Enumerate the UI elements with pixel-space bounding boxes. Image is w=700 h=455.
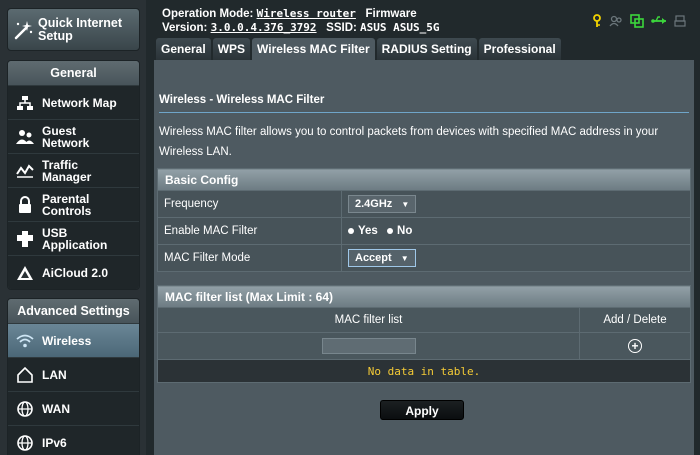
- sidebar-item-label: WAN: [42, 401, 70, 416]
- top-header: Operation Mode: Wireless router Firmware…: [146, 0, 700, 38]
- operation-mode-line: Operation Mode: Wireless router Firmware: [162, 7, 417, 20]
- frequency-select[interactable]: 2.4GHz ▼: [348, 195, 417, 213]
- mac-filter-mode-row: MAC Filter Mode Accept ▼: [157, 244, 691, 272]
- mac-filter-mode-value: Accept: [355, 252, 392, 264]
- ssid-label: SSID:: [326, 22, 357, 34]
- mac-filter-list-table: MAC filter list (Max Limit : 64) MAC fil…: [157, 285, 691, 383]
- enable-yes-radio[interactable]: Yes: [348, 225, 378, 237]
- yes-label: Yes: [358, 225, 378, 237]
- tab-general[interactable]: General: [156, 38, 211, 60]
- sidebar-item-label: USB Application: [42, 225, 108, 252]
- mac-filter-list-header: MAC filter list (Max Limit : 64): [157, 285, 691, 308]
- basic-config-header: Basic Config: [157, 168, 691, 191]
- version-label: Version:: [162, 22, 208, 34]
- mac-filter-mode-select[interactable]: Accept ▼: [348, 249, 416, 267]
- ssid-value: ASUS ASUS_5G: [360, 21, 440, 34]
- op-mode-link[interactable]: Wireless router: [257, 7, 356, 20]
- tab-radius-setting[interactable]: RADIUS Setting: [376, 38, 477, 60]
- key-icon[interactable]: [592, 14, 602, 31]
- sidebar-item-parental-controls[interactable]: Parental Controls: [8, 187, 139, 221]
- quick-internet-setup-label: Quick Internet Setup: [38, 15, 123, 43]
- general-menu-title: General: [8, 61, 139, 85]
- basic-config-table: Basic Config Frequency 2.4GHz ▼ Enable M…: [157, 168, 691, 272]
- sidebar-item-label: Traffic Manager: [42, 157, 92, 184]
- col-mac-filter-list: MAC filter list: [157, 307, 580, 333]
- col-add-delete: Add / Delete: [579, 307, 691, 333]
- tab-wireless-mac-filter[interactable]: Wireless MAC Filter: [252, 38, 375, 60]
- sidebar-item-traffic-manager[interactable]: Traffic Manager: [8, 153, 139, 187]
- usb-status-icon[interactable]: [651, 15, 667, 30]
- firmware-version-link[interactable]: 3.0.0.4.376_3792: [211, 21, 317, 34]
- sidebar-item-ipv6[interactable]: IPv6: [8, 425, 139, 455]
- mac-filter-mode-label: MAC Filter Mode: [157, 244, 342, 272]
- chevron-down-icon: ▼: [401, 200, 410, 209]
- globe-icon: [8, 400, 42, 418]
- quick-internet-setup-button[interactable]: Quick Internet Setup: [7, 8, 140, 51]
- sidebar-item-wireless[interactable]: Wireless: [8, 323, 139, 357]
- sidebar-item-label: Network Map: [42, 95, 117, 110]
- tab-professional[interactable]: Professional: [478, 38, 561, 60]
- mac-address-input[interactable]: [321, 338, 416, 354]
- advanced-settings-menu: Advanced Settings Wireless LAN WAN IPv6: [7, 298, 140, 455]
- sidebar-item-label: Wireless: [42, 333, 92, 348]
- enable-mac-filter-label: Enable MAC Filter: [157, 217, 342, 245]
- page-description: Wireless MAC filter allows you to contro…: [159, 126, 659, 158]
- guest-network-icon: [8, 129, 42, 145]
- sidebar-item-label: AiCloud 2.0: [42, 265, 109, 280]
- frequency-value: 2.4GHz: [355, 198, 393, 210]
- sidebar-item-label: LAN: [42, 367, 67, 382]
- sidebar-item-usb-application[interactable]: USB Application: [8, 221, 139, 255]
- enable-mac-filter-row: Enable MAC Filter Yes No: [157, 217, 691, 245]
- tab-wps[interactable]: WPS: [212, 38, 251, 60]
- main-content: Wireless - Wireless MAC Filter Wireless …: [154, 60, 694, 455]
- tab-bar: General WPS Wireless MAC Filter RADIUS S…: [156, 38, 561, 60]
- sidebar-item-label: Parental Controls: [42, 191, 92, 218]
- lan-icon: [8, 366, 42, 383]
- parental-controls-icon: [8, 195, 42, 214]
- apply-button[interactable]: Apply: [380, 400, 464, 420]
- general-menu: General Network Map Guest Network Traffi…: [7, 60, 140, 290]
- chevron-down-icon: ▼: [400, 254, 409, 263]
- op-mode-label: Operation Mode:: [162, 8, 254, 20]
- traffic-manager-icon: [8, 163, 42, 179]
- users-icon[interactable]: [609, 15, 623, 30]
- radio-dot-icon: [348, 228, 354, 234]
- frequency-label: Frequency: [157, 190, 342, 218]
- status-icons: [592, 14, 686, 31]
- network-map-icon: [8, 95, 42, 111]
- aicloud-icon: [8, 265, 42, 281]
- magic-wand-icon: [8, 19, 38, 41]
- sidebar-item-guest-network[interactable]: Guest Network: [8, 119, 139, 153]
- printer-icon[interactable]: [674, 15, 686, 30]
- usb-application-icon: [8, 230, 42, 248]
- firmware-label: Firmware: [365, 8, 417, 20]
- page-title: Wireless - Wireless MAC Filter: [159, 94, 325, 106]
- sidebar-item-lan[interactable]: LAN: [8, 357, 139, 391]
- sidebar-item-network-map[interactable]: Network Map: [8, 85, 139, 119]
- ipv6-icon: [8, 434, 42, 452]
- sidebar-item-label: Guest Network: [42, 123, 90, 150]
- radio-dot-icon: [387, 228, 394, 234]
- add-icon[interactable]: +: [628, 339, 642, 353]
- version-line: Version: 3.0.0.4.376_3792 SSID: ASUS ASU…: [162, 21, 440, 34]
- no-data-message: No data in table.: [157, 359, 691, 383]
- sidebar: Quick Internet Setup General Network Map …: [0, 0, 146, 455]
- sidebar-item-label: IPv6: [42, 435, 67, 450]
- wireless-icon: [8, 334, 42, 348]
- advanced-settings-title: Advanced Settings: [8, 299, 139, 323]
- network-status-icon[interactable]: [630, 14, 644, 31]
- title-divider: [159, 112, 689, 113]
- frequency-row: Frequency 2.4GHz ▼: [157, 190, 691, 218]
- no-label: No: [397, 225, 413, 237]
- sidebar-item-aicloud[interactable]: AiCloud 2.0: [8, 255, 139, 289]
- enable-no-radio[interactable]: No: [387, 225, 412, 237]
- sidebar-item-wan[interactable]: WAN: [8, 391, 139, 425]
